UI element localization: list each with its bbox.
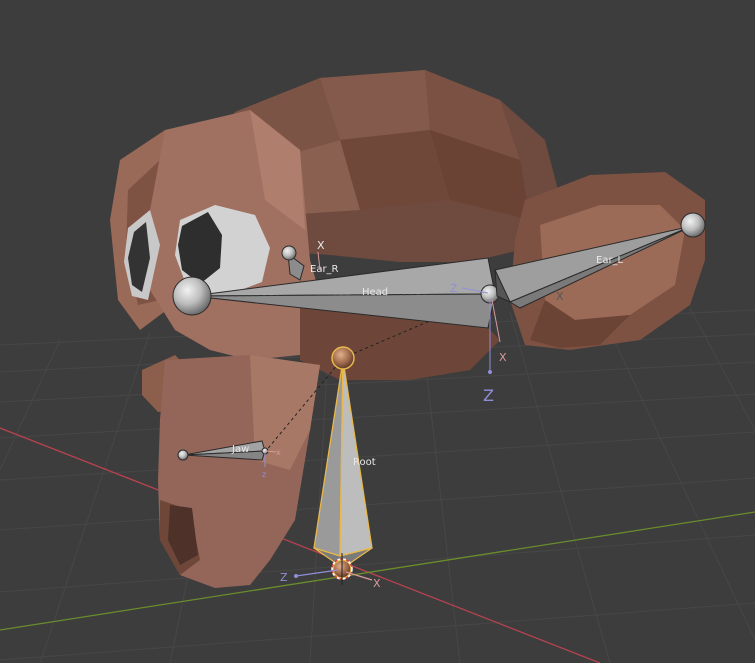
head-tail-big-z-label: Z (483, 386, 494, 405)
bone-ear-r-label: Ear_R (310, 264, 339, 275)
3d-viewport[interactable]: Head Ear_R X Ear_L X Z X Z Jaw x z Root … (0, 0, 755, 663)
jaw-x-axis-label: x (276, 448, 281, 457)
root-z-gizmo-line (295, 569, 339, 577)
bone-ear-r-joint[interactable] (281, 245, 297, 261)
head-tail-z-endpoint (488, 370, 492, 374)
ear-r-x-axis-label: X (317, 239, 325, 252)
bone-root-label: Root (353, 457, 376, 468)
ear-l-x-axis-label: X (556, 290, 564, 303)
bone-jaw-head-joint[interactable] (177, 449, 189, 461)
root-z-axis-label: Z (280, 571, 288, 584)
bone-head-head-joint[interactable] (172, 276, 212, 316)
world-y-axis-line (0, 511, 755, 631)
bone-root-tail-joint[interactable] (331, 346, 355, 370)
root-x-axis-label: X (373, 577, 381, 590)
bone-head-label: Head (362, 287, 388, 298)
viewport-scene[interactable]: Head Ear_R X Ear_L X Z X Z Jaw x z Root … (0, 0, 755, 663)
bone-ear-l-label: Ear_L (596, 255, 624, 266)
head-tail-x-label: X (499, 351, 507, 364)
head-tail-z-label: Z (450, 282, 458, 295)
root-z-endpoint (294, 574, 298, 578)
bone-ear-l-tail-joint[interactable] (680, 212, 706, 238)
suzanne-monkey-mesh[interactable] (110, 70, 705, 588)
jaw-z-axis-label: z (262, 470, 266, 479)
bone-jaw-label: Jaw (231, 444, 249, 455)
bone-root-body-left (313, 359, 344, 557)
